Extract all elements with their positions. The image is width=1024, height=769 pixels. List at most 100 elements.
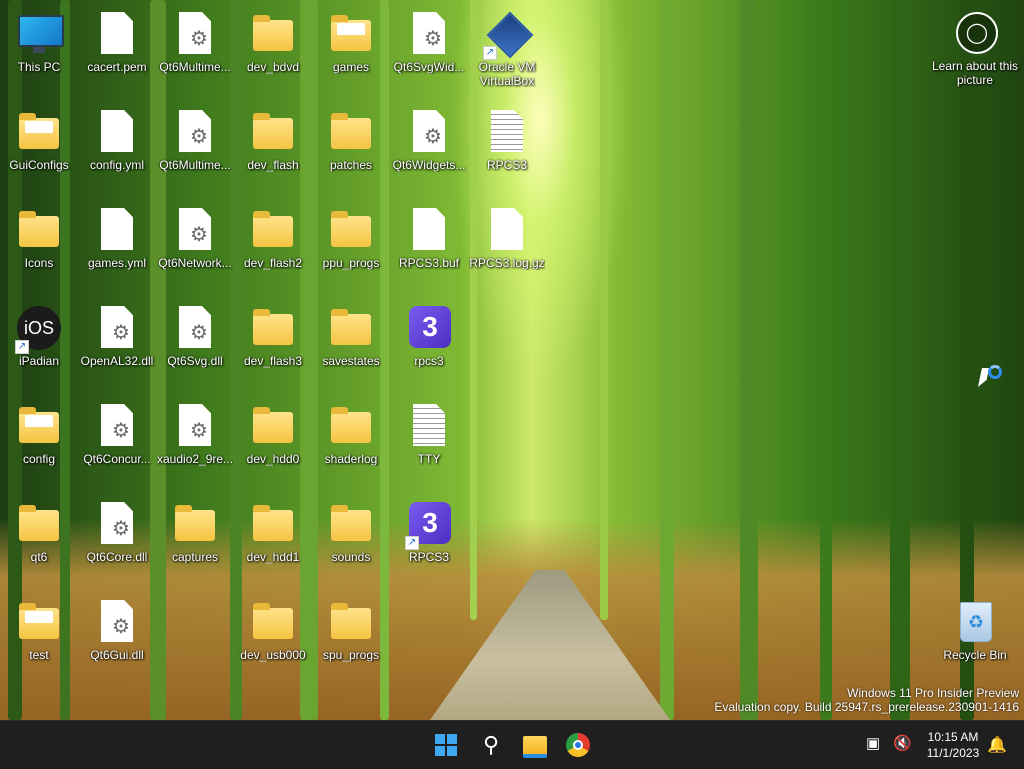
volume-muted-icon[interactable]: 🔇: [893, 735, 912, 753]
desktop-icon-qt6multime[interactable]: ⚙ Qt6Multime...: [157, 8, 233, 100]
desktop-icon-qt6concur[interactable]: ⚙ Qt6Concur...: [79, 400, 155, 492]
desktop-icon-dev-flash[interactable]: dev_flash: [235, 106, 311, 198]
desktop-icon-qt6[interactable]: qt6: [1, 498, 77, 590]
desktop-icon-savestates[interactable]: savestates: [313, 302, 389, 394]
dll-file-icon: ⚙: [173, 12, 217, 58]
desktop-icon-label: dev_hdd1: [246, 550, 300, 564]
desktop-icon-label: TTY: [417, 452, 441, 466]
desktop-icon-rpcs3[interactable]: RPCS3: [469, 106, 545, 198]
desktop-icon-shaderlog[interactable]: shaderlog: [313, 400, 389, 492]
desktop-icon-label: dev_usb000: [240, 648, 306, 662]
desktop-icon-patches[interactable]: patches: [313, 106, 389, 198]
desktop-icon-cacert-pem[interactable]: cacert.pem: [79, 8, 155, 100]
desktop-icon-dev-bdvd[interactable]: dev_bdvd: [235, 8, 311, 100]
desktop-icon-ipadian[interactable]: iOS ↗ iPadian: [1, 302, 77, 394]
desktop-icon-sounds[interactable]: sounds: [313, 498, 389, 590]
desktop-icon-dev-flash3[interactable]: dev_flash3: [235, 302, 311, 394]
desktop-icon-label: Qt6Gui.dll: [90, 648, 144, 662]
text-file-icon: [485, 110, 529, 156]
desktop-icon-oracle-vm-virtualbox[interactable]: ↗ Oracle VM VirtualBox: [469, 8, 545, 100]
chrome-button[interactable]: [562, 729, 594, 761]
computer-icon: [17, 12, 64, 58]
notification-bell-icon[interactable]: 🔔: [987, 735, 1007, 755]
desktop-icon-label: xaudio2_9re...: [157, 452, 233, 466]
desktop-icon-label: patches: [329, 158, 373, 172]
build-watermark: Windows 11 Pro Insider Preview Evaluatio…: [714, 686, 1019, 714]
folder-icon: [17, 110, 61, 156]
desktop-icon-label: games.yml: [87, 256, 146, 270]
desktop-icon-openal32-dll[interactable]: ⚙ OpenAL32.dll: [79, 302, 155, 394]
desktop-icon-icons[interactable]: Icons: [1, 204, 77, 296]
folder-icon: [329, 306, 373, 352]
desktop-icon-label: Qt6Multime...: [159, 158, 231, 172]
desktop-icon-label: Qt6SvgWid...: [393, 60, 465, 74]
desktop-icon-dev-usb000[interactable]: dev_usb000: [235, 596, 311, 688]
windows-logo-icon: [435, 734, 457, 756]
desktop-icon-games-yml[interactable]: games.yml: [79, 204, 155, 296]
desktop-icon-guiconfigs[interactable]: GuiConfigs: [1, 106, 77, 198]
dll-file-icon: ⚙: [407, 110, 451, 156]
desktop-icon-xaudio2-9re[interactable]: ⚙ xaudio2_9re...: [157, 400, 233, 492]
dll-file-icon: ⚙: [407, 12, 451, 58]
desktop-icon-label: ppu_progs: [322, 256, 380, 270]
desktop-icon-rpcs3[interactable]: 3 ↗ RPCS3: [391, 498, 467, 590]
desktop-icon-rpcs3-log-gz[interactable]: RPCS3.log.gz: [469, 204, 545, 296]
shortcut-arrow-icon: ↗: [405, 536, 419, 550]
desktop-icon-qt6multime[interactable]: ⚙ Qt6Multime...: [157, 106, 233, 198]
desktop-icon-tty[interactable]: TTY: [391, 400, 467, 492]
desktop-icon-label: captures: [171, 550, 219, 564]
file-explorer-button[interactable]: [519, 729, 551, 761]
camera-icon[interactable]: ◯: [956, 12, 998, 54]
desktop-icon-qt6network[interactable]: ⚙ Qt6Network...: [157, 204, 233, 296]
folder-icon: [329, 404, 373, 450]
desktop-icon-spu-progs[interactable]: spu_progs: [313, 596, 389, 688]
desktop-icon-label: sounds: [331, 550, 371, 564]
text-file-icon: [407, 404, 451, 450]
desktop-icon-captures[interactable]: captures: [157, 498, 233, 590]
folder-icon: [251, 110, 295, 156]
desktop-icon-config[interactable]: config: [1, 400, 77, 492]
desktop-icon-dev-hdd0[interactable]: dev_hdd0: [235, 400, 311, 492]
folder-icon: [17, 502, 61, 548]
desktop-icon-label: Recycle Bin: [943, 648, 1007, 662]
desktop-icon-rpcs3-buf[interactable]: RPCS3.buf: [391, 204, 467, 296]
desktop-icon-ppu-progs[interactable]: ppu_progs: [313, 204, 389, 296]
learn-about-picture-label[interactable]: Learn about this picture: [930, 59, 1020, 87]
dll-file-icon: ⚙: [173, 404, 217, 450]
desktop-icon-recycle-bin[interactable]: ♻ Recycle Bin: [937, 596, 1013, 688]
desktop-icon-dev-hdd1[interactable]: dev_hdd1: [235, 498, 311, 590]
folder-icon: [329, 12, 373, 58]
desktop-icon-label: savestates: [322, 354, 380, 368]
desktop-icon-label: Icons: [24, 256, 54, 270]
dll-file-icon: ⚙: [95, 404, 139, 450]
network-icon[interactable]: ▣: [866, 735, 880, 753]
desktop-icon-test[interactable]: test: [1, 596, 77, 688]
desktop-icon-label: dev_bdvd: [246, 60, 300, 74]
folder-icon: [251, 404, 295, 450]
dll-file-icon: ⚙: [173, 110, 217, 156]
folder-icon: [251, 12, 295, 58]
desktop-icon-config-yml[interactable]: config.yml: [79, 106, 155, 198]
desktop-icon-this-pc[interactable]: This PC: [1, 8, 77, 100]
folder-icon: [329, 502, 373, 548]
desktop-icon-qt6svgwid[interactable]: ⚙ Qt6SvgWid...: [391, 8, 467, 100]
search-button[interactable]: ⚲: [475, 729, 507, 761]
clock[interactable]: 10:15 AM 11/1/2023: [918, 729, 988, 761]
desktop-icon-qt6widgets[interactable]: ⚙ Qt6Widgets...: [391, 106, 467, 198]
folder-icon: [17, 600, 61, 646]
ipadian-icon: iOS ↗: [15, 306, 61, 354]
desktop-icon-label: Qt6Network...: [158, 256, 232, 270]
dll-file-icon: ⚙: [95, 600, 139, 646]
desktop-icon-label: iPadian: [18, 354, 60, 368]
desktop-icon-qt6svg-dll[interactable]: ⚙ Qt6Svg.dll: [157, 302, 233, 394]
desktop-icon-qt6core-dll[interactable]: ⚙ Qt6Core.dll: [79, 498, 155, 590]
shortcut-arrow-icon: ↗: [15, 340, 29, 354]
desktop-icon-qt6gui-dll[interactable]: ⚙ Qt6Gui.dll: [79, 596, 155, 688]
desktop-icon-games[interactable]: games: [313, 8, 389, 100]
desktop-icon-rpcs3[interactable]: 3 rpcs3: [391, 302, 467, 394]
desktop-icon-label: RPCS3.log.gz: [469, 256, 545, 270]
desktop-icon-label: Oracle VM VirtualBox: [478, 60, 536, 88]
desktop-icon-dev-flash2[interactable]: dev_flash2: [235, 204, 311, 296]
start-button[interactable]: [430, 729, 462, 761]
file-icon: [95, 12, 139, 58]
